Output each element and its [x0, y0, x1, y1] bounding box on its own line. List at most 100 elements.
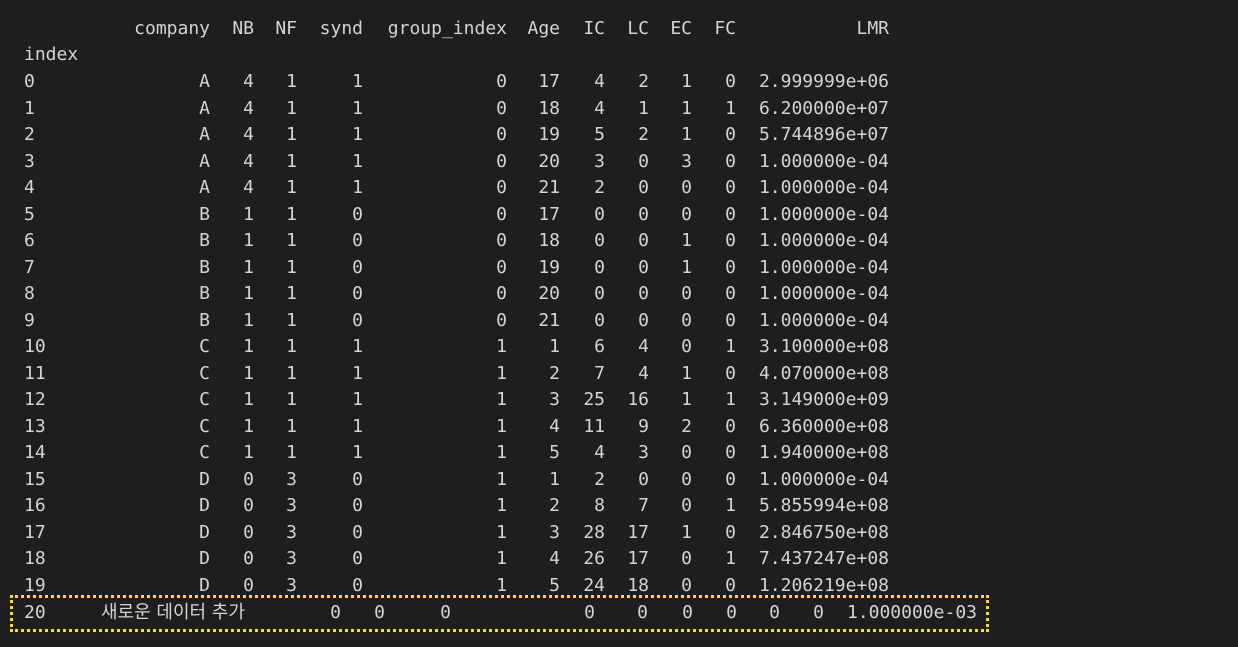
cell-EC: 0 — [681, 442, 692, 463]
cell-company: C — [199, 389, 210, 410]
cell-FC: 0 — [725, 415, 736, 437]
cell-LMR: 1.000000e-04 — [758, 256, 889, 278]
cell-LC: 0 — [638, 203, 649, 225]
cell-NF: 1 — [286, 230, 297, 251]
col-header-NB: NB — [232, 18, 254, 39]
cell-EC: 0 — [681, 203, 692, 225]
col-header-EC: EC — [670, 18, 692, 39]
cell-company: D — [199, 468, 210, 490]
new-row-index: 20 — [24, 602, 46, 623]
cell-FC: 1 — [725, 389, 736, 410]
cell-age: 4 — [549, 415, 560, 437]
cell-age: 20 — [538, 283, 560, 304]
new-row-group-index: 0 — [584, 602, 595, 623]
cell-NF: 1 — [286, 309, 297, 331]
cell-NF: 1 — [286, 124, 297, 145]
table-row: 14 C 1 1 1 1 5 4 3 0 0 1.940000e+08 — [0, 440, 1238, 466]
cell-synd: 0 — [352, 548, 363, 569]
cell-IC: 8 — [594, 495, 605, 516]
cell-age: 3 — [549, 389, 560, 410]
cell-IC: 6 — [594, 336, 605, 357]
cell-NB: 1 — [243, 309, 254, 331]
cell-FC: 1 — [725, 336, 736, 357]
row-index: 3 — [24, 150, 35, 172]
table-row: 2 A 4 1 1 0 19 5 2 1 0 5.744896e+07 — [0, 122, 1238, 148]
cell-group-index: 0 — [496, 230, 507, 251]
row-index: 13 — [24, 415, 46, 437]
cell-LMR: 2.846750e+08 — [758, 521, 889, 543]
cell-IC: 0 — [594, 203, 605, 225]
cell-NF: 1 — [286, 71, 297, 92]
row-index: 0 — [24, 71, 35, 92]
row-index: 11 — [24, 362, 46, 384]
cell-company: B — [199, 230, 210, 251]
cell-LC: 1 — [638, 97, 649, 119]
cell-LC: 9 — [638, 415, 649, 437]
new-row-LC: 0 — [726, 602, 737, 623]
cell-group-index: 1 — [496, 362, 507, 384]
cell-synd: 1 — [352, 177, 363, 198]
cell-group-index: 1 — [496, 415, 507, 437]
cell-age: 19 — [538, 256, 560, 278]
cell-age: 21 — [538, 309, 560, 331]
cell-NB: 1 — [243, 415, 254, 437]
cell-FC: 0 — [725, 203, 736, 225]
cell-EC: 1 — [681, 71, 692, 92]
cell-NF: 1 — [286, 256, 297, 278]
new-row-company: 새로운 데이터 추가 — [101, 602, 245, 623]
new-row-age: 0 — [637, 602, 648, 623]
index-label: index — [24, 44, 79, 65]
cell-NB: 0 — [243, 548, 254, 569]
cell-LC: 7 — [638, 495, 649, 516]
row-index: 12 — [24, 389, 46, 410]
cell-NB: 1 — [243, 389, 254, 410]
row-index: 1 — [24, 97, 35, 119]
cell-LMR: 1.000000e-04 — [758, 283, 889, 304]
table-row: 13 C 1 1 1 1 4 11 9 2 0 6.360000e+08 — [0, 414, 1238, 440]
row-index: 14 — [24, 442, 46, 463]
cell-synd: 0 — [352, 256, 363, 278]
col-header-age: Age — [527, 18, 560, 39]
row-index: 18 — [24, 548, 46, 569]
col-header-NF: NF — [275, 18, 297, 39]
col-header-group-index: group_index — [387, 18, 507, 39]
cell-LMR: 6.360000e+08 — [758, 415, 889, 437]
cell-group-index: 1 — [496, 548, 507, 569]
cell-company: D — [199, 548, 210, 569]
cell-group-index: 0 — [496, 283, 507, 304]
cell-FC: 1 — [725, 548, 736, 569]
row-index: 8 — [24, 283, 35, 304]
table-row: 7 B 1 1 0 0 19 0 0 1 0 1.000000e-04 — [0, 255, 1238, 281]
cell-LMR: 6.200000e+07 — [758, 97, 889, 119]
cell-synd: 0 — [352, 495, 363, 516]
cell-synd: 1 — [352, 124, 363, 145]
row-index: 16 — [24, 495, 46, 516]
cell-EC: 0 — [681, 548, 692, 569]
cell-FC: 0 — [725, 521, 736, 543]
cell-EC: 0 — [681, 468, 692, 490]
cell-NB: 1 — [243, 336, 254, 357]
cell-LC: 0 — [638, 256, 649, 278]
row-index: 6 — [24, 230, 35, 251]
cell-NB: 1 — [243, 203, 254, 225]
cell-NB: 1 — [243, 283, 254, 304]
cell-FC: 0 — [725, 230, 736, 251]
cell-company: A — [199, 150, 210, 172]
cell-EC: 1 — [681, 230, 692, 251]
new-row-NF: 0 — [374, 602, 385, 623]
cell-LMR: 1.000000e-04 — [758, 150, 889, 172]
cell-LC: 0 — [638, 150, 649, 172]
cell-NF: 1 — [286, 283, 297, 304]
cell-company: A — [199, 71, 210, 92]
cell-EC: 2 — [681, 415, 692, 437]
cell-LC: 2 — [638, 71, 649, 92]
cell-FC: 0 — [725, 309, 736, 331]
row-index: 2 — [24, 124, 35, 145]
table-row: 9 B 1 1 0 0 21 0 0 0 0 1.000000e-04 — [0, 308, 1238, 334]
cell-age: 3 — [549, 521, 560, 543]
cell-synd: 1 — [352, 97, 363, 119]
table-row: 8 B 1 1 0 0 20 0 0 0 0 1.000000e-04 — [0, 281, 1238, 307]
cell-IC: 25 — [583, 389, 605, 410]
cell-group-index: 1 — [496, 442, 507, 463]
cell-synd: 1 — [352, 336, 363, 357]
